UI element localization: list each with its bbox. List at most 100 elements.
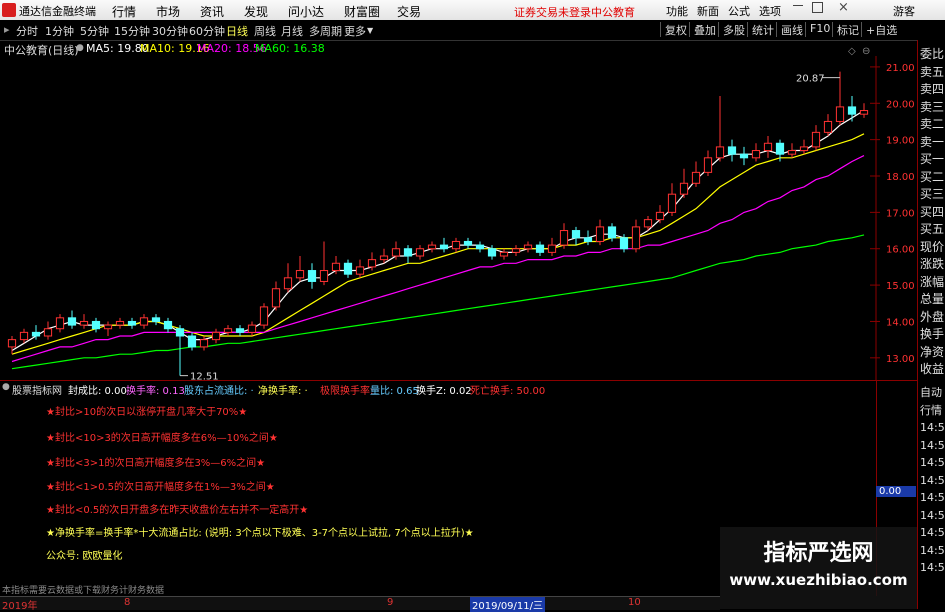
zixuan-button[interactable]: +自选 [861, 22, 901, 37]
menu-item-faxian[interactable]: 发现 [244, 3, 268, 20]
candle-down [91, 320, 101, 330]
candle-up [691, 171, 701, 184]
biaoji-button[interactable]: 标记 [832, 22, 863, 37]
period-60min[interactable]: 60分钟 [189, 23, 225, 39]
candle-up [595, 226, 605, 242]
diejia-button[interactable]: 叠加 [689, 22, 720, 37]
menu-item-hangqing[interactable]: 行情 [112, 3, 136, 20]
candle-up [415, 248, 425, 257]
quote-item[interactable]: 卖四 [920, 81, 945, 98]
period-5min[interactable]: 5分钟 [80, 23, 109, 39]
trade-time-item[interactable]: 14:5 [920, 559, 945, 576]
quote-item[interactable]: 收益 [920, 361, 945, 378]
date-axis-bar: 2019年 8 9 2019/09/11/三 10 [0, 596, 720, 612]
period-fenshi[interactable]: 分时 [16, 23, 38, 39]
price-tick-label: 16.00 [886, 245, 915, 256]
quote-item[interactable]: 外盘 [920, 309, 945, 326]
more-chevron-icon[interactable]: ▼ [367, 26, 373, 35]
candle-down [727, 146, 737, 155]
quote-item[interactable]: 委比 [920, 46, 945, 63]
quote-item[interactable]: 买一 [920, 151, 945, 168]
trade-time-item[interactable]: 14:5 [920, 419, 945, 436]
toolbar-arrow-icon[interactable]: ▸ [4, 23, 10, 36]
quote-item[interactable]: 净资 [920, 344, 945, 361]
menu-item-xuanxiang[interactable]: 选项 [759, 3, 781, 19]
menu-item-gongshi[interactable]: 公式 [728, 3, 750, 19]
trade-time-item[interactable]: 行情 [920, 402, 945, 419]
trade-time-item[interactable]: 14:5 [920, 524, 945, 541]
period-1min[interactable]: 1分钟 [45, 23, 74, 39]
menu-item-zixun[interactable]: 资讯 [200, 3, 224, 20]
app-logo-icon [2, 3, 16, 17]
indicator-settings-icon[interactable]: ● [2, 382, 10, 392]
quote-item[interactable]: 涨幅 [920, 274, 945, 291]
indicator-line-2: ★封比<10>3的次日高开幅度多在6%—10%之间★ [46, 433, 278, 444]
quote-item[interactable]: 买三 [920, 186, 945, 203]
quote-item[interactable]: 买五 [920, 221, 945, 238]
quote-item[interactable]: 换手 [920, 326, 945, 343]
quote-item[interactable]: 卖一 [920, 134, 945, 151]
watermark: 指标严选网 www.xuezhibiao.com [720, 527, 917, 609]
period-monthly[interactable]: 月线 [281, 23, 303, 39]
trade-time-item[interactable]: 14:5 [920, 542, 945, 559]
period-more[interactable]: 更多 [344, 23, 366, 39]
fuquan-button[interactable]: 复权 [660, 22, 691, 37]
login-status[interactable]: 证券交易未登录 [514, 4, 591, 20]
ma-lines [11, 109, 865, 370]
price-tick-label: 14.00 [886, 317, 915, 328]
period-30min[interactable]: 30分钟 [152, 23, 188, 39]
quote-item[interactable]: 卖三 [920, 99, 945, 116]
candle-up [679, 182, 689, 195]
close-icon[interactable]: × [838, 0, 849, 15]
low-price-label: 12.51 [190, 372, 219, 380]
period-multi[interactable]: 多周期 [309, 23, 342, 39]
candle-down [127, 320, 137, 326]
quote-panel: 委比 卖五 卖四 卖三 卖二 卖一 买一 买二 买三 买四 买五 现价 涨跌 涨幅 总量 外盘 换手 净资 收益自动… [917, 40, 945, 609]
candle-up [139, 317, 149, 326]
trade-time-item[interactable]: 14:5 [920, 454, 945, 471]
quote-item[interactable]: 买二 [920, 169, 945, 186]
trade-time-item[interactable]: 14:5 [920, 507, 945, 524]
candle-down [403, 248, 413, 257]
candle-up [703, 157, 713, 173]
period-weekly[interactable]: 周线 [254, 23, 276, 39]
minimize-icon[interactable] [793, 5, 803, 6]
candle-up [367, 259, 377, 268]
trade-time-item[interactable]: 自动 [920, 384, 945, 401]
menu-item-jiaoyi[interactable]: 交易 [397, 3, 421, 20]
candle-up [283, 277, 293, 290]
quote-item[interactable]: 买四 [920, 204, 945, 221]
trade-time-item[interactable]: 14:5 [920, 437, 945, 454]
trade-time-item[interactable]: 14:5 [920, 489, 945, 506]
period-toolbar: ▸ 分时 1分钟 5分钟 15分钟 30分钟 60分钟 日线 周线 月线 多周期… [0, 20, 945, 41]
quote-item[interactable]: 卖二 [920, 116, 945, 133]
indicator-title: 股票指标网 [12, 386, 62, 397]
tongji-button[interactable]: 统计 [747, 22, 778, 37]
huaxian-button[interactable]: 画线 [776, 22, 807, 37]
f10-button[interactable]: F10 [805, 22, 834, 37]
candle-down [175, 328, 185, 337]
candle-up [115, 320, 125, 326]
chart-collapse-icon[interactable]: ⊖ [862, 46, 870, 57]
quote-item[interactable]: 现价 [920, 239, 945, 256]
menu-item-xinmian[interactable]: 新面 [697, 3, 719, 19]
period-daily[interactable]: 日线 [226, 23, 248, 39]
duogu-button[interactable]: 多股 [718, 22, 749, 37]
quote-item[interactable]: 涨跌 [920, 256, 945, 273]
menu-item-wenxiaoda[interactable]: 问小达 [288, 3, 324, 20]
menu-item-shichang[interactable]: 市场 [156, 3, 180, 20]
candle-up [667, 193, 677, 213]
candle-up [751, 150, 761, 159]
trade-time-item[interactable]: 14:5 [920, 472, 945, 489]
quote-item[interactable]: 总量 [920, 291, 945, 308]
menu-item-caifuquan[interactable]: 财富圈 [344, 3, 380, 20]
maximize-icon[interactable] [812, 2, 823, 13]
guest-label[interactable]: 游客 [893, 3, 915, 19]
menu-item-gongneng[interactable]: 功能 [666, 3, 688, 19]
candle-down [847, 106, 857, 115]
period-15min[interactable]: 15分钟 [114, 23, 150, 39]
chart-diamond-icon[interactable]: ◇ [848, 46, 856, 57]
quote-item[interactable]: 卖五 [920, 64, 945, 81]
kline-chart[interactable]: 21.00 20.00 19.00 18.00 17.00 16.00 15.00 14.00… [0, 40, 917, 380]
candle-down [475, 244, 485, 250]
